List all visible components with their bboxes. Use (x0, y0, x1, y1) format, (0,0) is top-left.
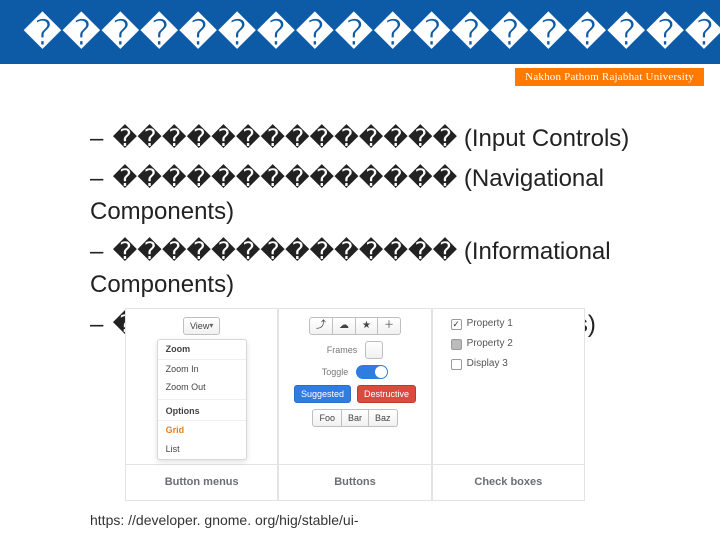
caption-checkboxes: Check boxes (432, 465, 585, 501)
slide-body: – �������������� (Input Controls) – ����… (0, 88, 720, 342)
bullet-dash: – (90, 308, 106, 342)
menu-header-zoom: Zoom (158, 340, 246, 360)
checkbox-3-label: Display 3 (467, 357, 508, 371)
slide-title-band: ������������������ (0, 0, 720, 64)
view-dropdown-menu: Zoom Zoom In Zoom Out Options Grid List (157, 339, 247, 460)
bullet-glyphs: �������������� (113, 125, 458, 152)
star-icon: ★ (362, 321, 371, 331)
destructive-label: Destructive (364, 388, 409, 401)
checkbox-2[interactable] (451, 339, 462, 350)
menu-item-zoom-in[interactable]: Zoom In (158, 360, 246, 379)
plus-icon-button[interactable]: ＋ (378, 317, 401, 335)
share-icon-button[interactable]: ⤴ (309, 317, 333, 335)
slide-title: ������������������ (24, 12, 720, 53)
checkbox-2-label: Property 2 (467, 337, 513, 351)
toggle-switch[interactable] (356, 365, 388, 379)
bullet-dash: – (90, 235, 106, 269)
cloud-icon-button[interactable]: ☁ (333, 317, 356, 335)
segmented-buttons: Foo Bar Baz (312, 409, 397, 427)
bullet-navigational: – �������������� (Navigational Component… (90, 162, 680, 229)
hig-captions-row: Button menus Buttons Check boxes (125, 465, 585, 501)
hig-cell-button-menus: View Zoom Zoom In Zoom Out Options Grid … (125, 308, 278, 465)
university-tag: Nakhon Pathom Rajabhat University (515, 68, 704, 86)
subheader-row: Nakhon Pathom Rajabhat University (0, 64, 720, 88)
frames-button[interactable] (365, 341, 383, 359)
hig-examples-row: View Zoom Zoom In Zoom Out Options Grid … (125, 308, 585, 465)
bullet-dash: – (90, 162, 106, 196)
destructive-button[interactable]: Destructive (357, 385, 416, 403)
bullet-glyphs: �������������� (113, 238, 458, 265)
hig-cell-checkboxes: Property 1 Property 2 Display 3 (432, 308, 585, 465)
suggested-label: Suggested (301, 388, 344, 401)
hig-figure: View Zoom Zoom In Zoom Out Options Grid … (125, 308, 585, 501)
bullet-dash: – (90, 122, 106, 156)
checkbox-row-1[interactable]: Property 1 (451, 317, 513, 331)
menu-item-grid[interactable]: Grid (158, 421, 246, 440)
menu-separator (158, 399, 246, 400)
toggle-label: Toggle (322, 366, 349, 379)
checkbox-3[interactable] (451, 359, 462, 370)
bullet-input-controls: – �������������� (Input Controls) (90, 122, 680, 156)
frames-label: Frames (327, 344, 358, 357)
seg-foo[interactable]: Foo (312, 409, 342, 427)
bullet-glyphs: �������������� (113, 165, 458, 192)
seg-baz[interactable]: Baz (369, 409, 398, 427)
footer-url-text: https: //developer. gnome. org/hig/stabl… (90, 512, 359, 528)
view-dropdown-label: View (190, 320, 209, 333)
suggested-button[interactable]: Suggested (294, 385, 351, 403)
icon-button-group: ⤴ ☁ ★ ＋ (309, 317, 401, 335)
university-name: Nakhon Pathom Rajabhat University (525, 71, 694, 83)
caption-button-menus: Button menus (125, 465, 278, 501)
checkbox-row-2[interactable]: Property 2 (451, 337, 513, 351)
star-icon-button[interactable]: ★ (356, 317, 378, 335)
seg-bar[interactable]: Bar (342, 409, 369, 427)
checkbox-1-label: Property 1 (467, 317, 513, 331)
checkbox-row-3[interactable]: Display 3 (451, 357, 508, 371)
footer-url: https: //developer. gnome. org/hig/stabl… (90, 512, 359, 528)
bullet-informational: – �������������� (Informational Componen… (90, 235, 680, 302)
hig-cell-buttons: ⤴ ☁ ★ ＋ Frames Toggle Suggested (278, 308, 431, 465)
menu-item-zoom-out[interactable]: Zoom Out (158, 378, 246, 397)
cloud-icon: ☁ (339, 321, 349, 331)
menu-item-list[interactable]: List (158, 440, 246, 459)
plus-icon: ＋ (384, 321, 394, 331)
bullet-paren: (Input Controls) (464, 125, 629, 152)
share-icon: ⤴ (316, 321, 326, 331)
checkbox-1[interactable] (451, 319, 462, 330)
caption-buttons: Buttons (278, 465, 431, 501)
view-dropdown-button[interactable]: View (183, 317, 220, 335)
menu-header-options: Options (158, 402, 246, 422)
